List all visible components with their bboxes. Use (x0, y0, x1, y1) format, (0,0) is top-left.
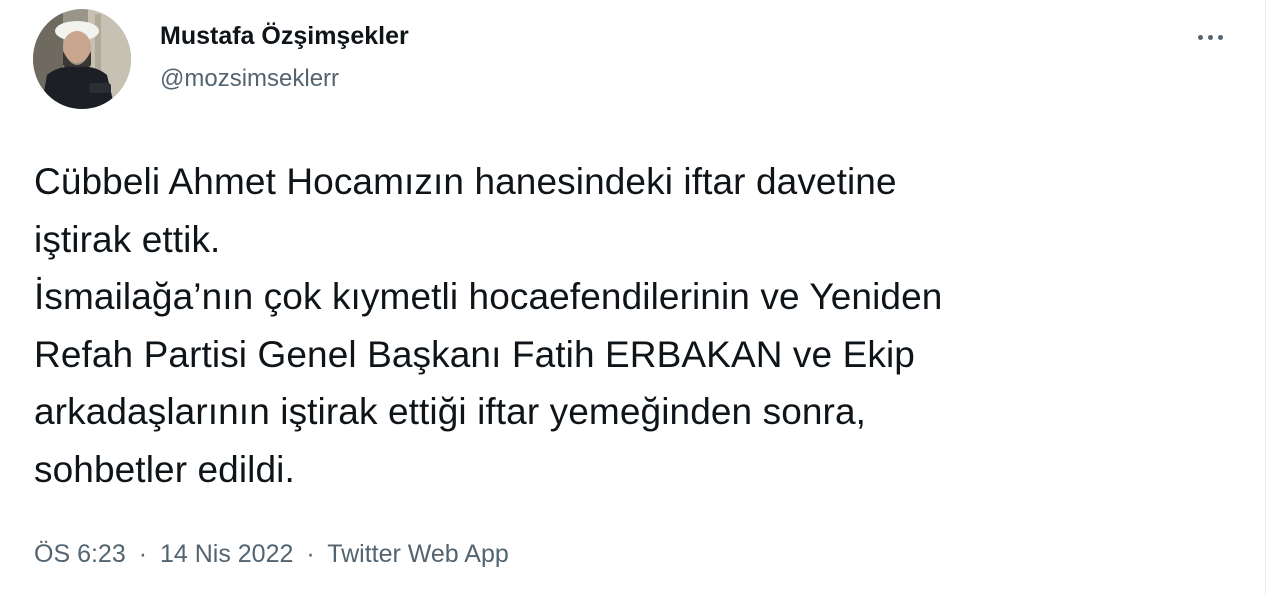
tweet-text-line: iştirak ettik. (34, 218, 221, 260)
more-horizontal-icon (1197, 34, 1203, 40)
author-handle[interactable]: @mozsimseklerr (160, 61, 409, 97)
tweet-time[interactable]: ÖS 6:23 (34, 540, 126, 568)
meta-separator: · (138, 540, 148, 568)
tweet-text-line: Refah Partisi Genel Başkanı Fatih ERBAKA… (34, 333, 915, 375)
tweet-meta: ÖS 6:23 · 14 Nis 2022 · Twitter Web App (34, 536, 509, 572)
author-info: Mustafa Özşimşekler @mozsimseklerr (160, 17, 409, 97)
more-horizontal-icon (1217, 34, 1223, 40)
meta-separator: · (306, 540, 315, 568)
author-display-name[interactable]: Mustafa Özşimşekler (160, 17, 409, 55)
tweet-text-line: İsmailağa’nın çok kıymetli hocaefendiler… (34, 276, 943, 317)
tweet-text-line: sohbetler edildi. (34, 448, 295, 490)
tweet-source[interactable]: Twitter Web App (327, 540, 509, 568)
tweet-text-line: Cübbeli Ahmet Hocamızın hanesindeki ifta… (34, 161, 897, 202)
tweet-text: Cübbeli Ahmet Hocamızın hanesindeki ifta… (34, 153, 1234, 498)
more-options-button[interactable] (1190, 22, 1230, 52)
avatar[interactable] (33, 9, 131, 109)
tweet-text-line: arkadaşlarının iştirak ettiği iftar yeme… (34, 391, 867, 432)
tweet-date[interactable]: 14 Nis 2022 (160, 540, 293, 568)
more-horizontal-icon (1207, 34, 1213, 40)
profile-photo-icon (33, 9, 131, 109)
tweet-card: Mustafa Özşimşekler @mozsimseklerr Cübbe… (0, 0, 1266, 595)
